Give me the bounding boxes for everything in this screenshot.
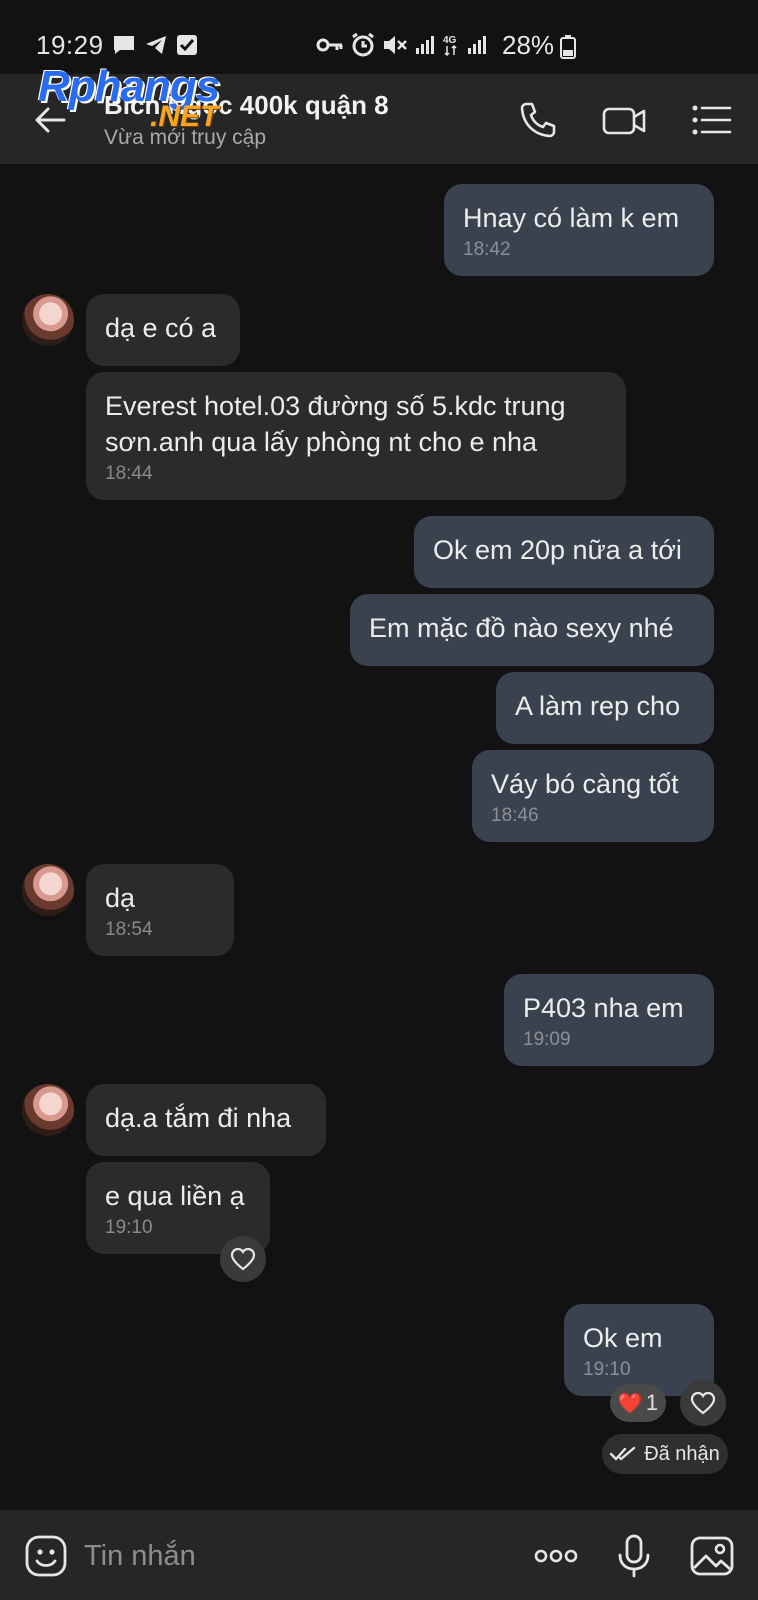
message-time: 19:10 <box>583 1359 631 1380</box>
microphone-icon[interactable] <box>610 1532 658 1580</box>
key-icon <box>316 38 343 52</box>
message-bubble[interactable]: Everest hotel.03 đường số 5.kdc trung sơ… <box>86 372 626 500</box>
message-icon <box>114 36 134 54</box>
message-input[interactable] <box>84 1534 504 1578</box>
message-bubble[interactable]: Hnay có làm k em 18:42 <box>444 184 714 276</box>
video-call-icon[interactable] <box>600 96 648 144</box>
message-bubble[interactable]: dạ e có a <box>86 294 240 366</box>
4g-icon: 4G <box>443 35 457 57</box>
message-text: Hnay có làm k em <box>463 203 680 233</box>
menu-list-icon[interactable] <box>688 96 736 144</box>
message-text: dạ e có a <box>105 313 217 343</box>
message-time: 18:54 <box>105 919 153 940</box>
message-text: Ok em <box>583 1323 663 1353</box>
reaction-chip[interactable]: ❤️ 1 <box>610 1384 666 1422</box>
message-text: e qua liền ạ <box>105 1181 245 1211</box>
message-time: 19:09 <box>523 1029 571 1050</box>
message-text: P403 nha em <box>523 993 684 1023</box>
checkbox-icon <box>177 35 197 55</box>
svg-text:4G: 4G <box>443 35 457 46</box>
message-bubble[interactable]: Em mặc đồ nào sexy nhé <box>350 594 714 666</box>
image-gallery-icon[interactable] <box>688 1532 736 1580</box>
message-text: Everest hotel.03 đường số 5.kdc trung <box>105 391 566 421</box>
signal-icon <box>468 36 486 54</box>
react-heart-button[interactable] <box>680 1380 726 1426</box>
message-text: Ok em 20p nữa a tới <box>433 535 682 565</box>
message-time: 18:44 <box>105 463 153 484</box>
telegram-icon <box>146 36 166 54</box>
message-bubble[interactable]: P403 nha em 19:09 <box>504 974 714 1066</box>
react-heart-button[interactable] <box>220 1236 266 1282</box>
status-time: 19:29 <box>36 30 104 60</box>
message-list: Hnay có làm k em 18:42 dạ e có a Everest… <box>0 164 758 1510</box>
message-bubble[interactable]: Ok em 20p nữa a tới <box>414 516 714 588</box>
message-text: dạ <box>105 883 136 913</box>
message-time: 18:42 <box>463 239 511 260</box>
alarm-icon <box>352 32 374 57</box>
avatar[interactable] <box>22 1084 74 1136</box>
delivery-status: Đã nhận <box>602 1434 728 1474</box>
message-time: 19:10 <box>105 1217 153 1238</box>
message-bubble[interactable]: dạ.a tắm đi nha <box>86 1084 326 1156</box>
avatar[interactable] <box>22 294 74 346</box>
heart-reaction-icon: ❤️ <box>617 1392 643 1415</box>
message-text: Váy bó càng tốt <box>491 769 679 799</box>
watermark-domain: .NET <box>150 100 219 133</box>
sticker-emoji-icon[interactable] <box>22 1532 70 1580</box>
signal-icon <box>416 36 434 54</box>
message-text: A làm rep cho <box>515 691 681 721</box>
message-time: 18:46 <box>491 805 539 826</box>
message-text: Em mặc đồ nào sexy nhé <box>369 613 674 643</box>
battery-icon <box>560 35 576 59</box>
avatar[interactable] <box>22 864 74 916</box>
heart-outline-icon <box>690 1391 716 1415</box>
message-bubble[interactable]: Váy bó càng tốt 18:46 <box>472 750 714 842</box>
message-bubble[interactable]: dạ 18:54 <box>86 864 234 956</box>
delivery-status-text: Đã nhận <box>644 1442 720 1465</box>
message-text-line2: sơn.anh qua lấy phòng nt cho e nha <box>105 427 538 457</box>
phone-call-icon[interactable] <box>514 96 562 144</box>
composer-bar <box>0 1510 758 1600</box>
watermark-logo: Rphangs .NET <box>38 62 268 138</box>
battery-percent: 28% <box>502 30 555 60</box>
more-options-icon[interactable] <box>532 1532 580 1580</box>
mute-icon <box>384 36 407 54</box>
heart-outline-icon <box>230 1247 256 1271</box>
double-check-icon <box>610 1446 636 1461</box>
message-text: dạ.a tắm đi nha <box>105 1103 292 1133</box>
reaction-count: 1 <box>645 1390 659 1415</box>
message-bubble[interactable]: A làm rep cho <box>496 672 714 744</box>
